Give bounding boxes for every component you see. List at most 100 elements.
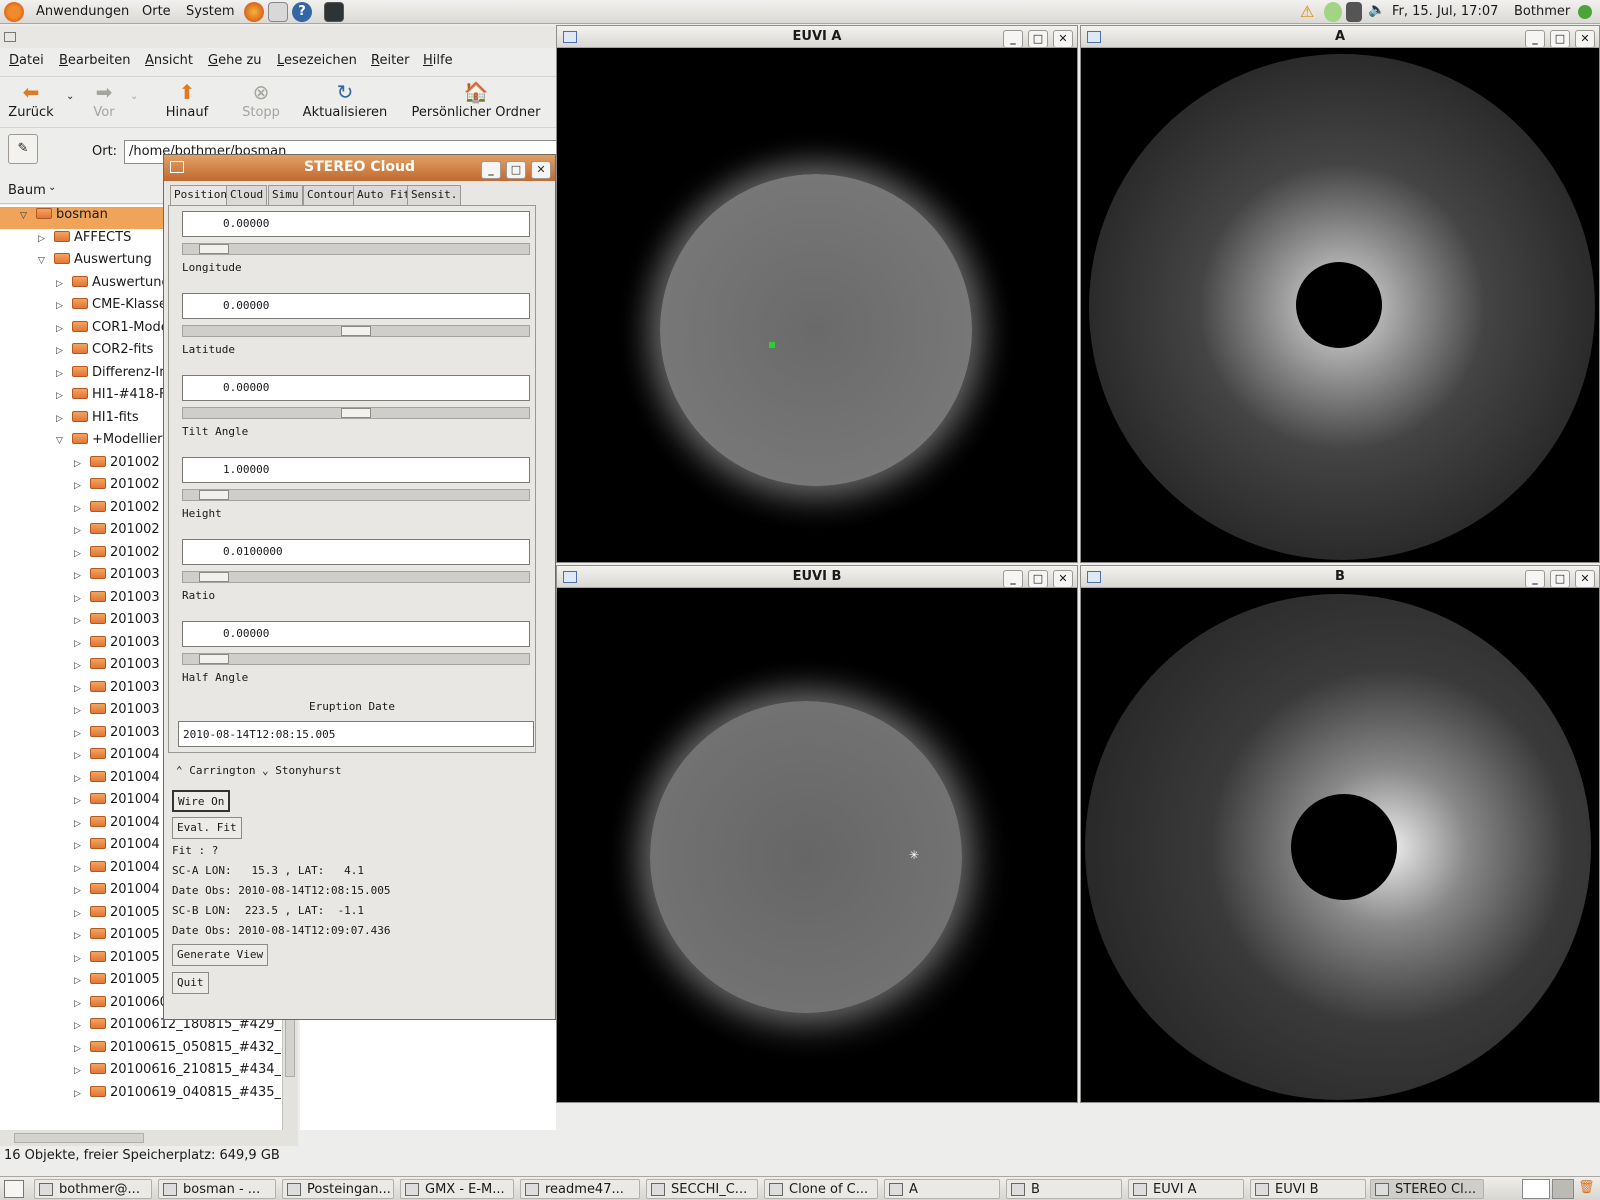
- window-menu-icon[interactable]: [4, 32, 16, 42]
- taskbar-item[interactable]: B: [1006, 1179, 1122, 1199]
- tree-item[interactable]: ▷ 201002: [74, 500, 160, 522]
- expander-closed-icon[interactable]: ▷: [56, 324, 68, 334]
- close-icon[interactable]: ✕: [1053, 30, 1073, 48]
- expander-closed-icon[interactable]: ▷: [74, 526, 86, 536]
- tree-item[interactable]: ▷ 201003: [74, 590, 160, 612]
- tree-item[interactable]: ▷ COR1-Mode: [56, 320, 169, 342]
- terminal-launcher-icon[interactable]: [324, 2, 344, 22]
- expander-closed-icon[interactable]: ▷: [74, 886, 86, 896]
- latitude-input[interactable]: 0.00000: [182, 293, 530, 319]
- expander-closed-icon[interactable]: ▷: [74, 684, 86, 694]
- back-button[interactable]: ⬅ Zurück: [6, 81, 56, 127]
- tree-item[interactable]: ▽ +Modellieru: [56, 432, 171, 454]
- tree-item[interactable]: ▷ 201003: [74, 567, 160, 589]
- menu-bookmarks[interactable]: Lesezeichen: [277, 53, 357, 68]
- tree-item[interactable]: ▷ 201003: [74, 702, 160, 724]
- tree-item[interactable]: ▷ 201003: [74, 612, 160, 634]
- show-desktop-icon[interactable]: [4, 1180, 24, 1198]
- tree-item[interactable]: ▷ 201002: [74, 455, 160, 477]
- menu-system[interactable]: System: [186, 4, 234, 19]
- wire-on-button[interactable]: Wire On: [172, 790, 231, 812]
- taskbar-item[interactable]: STEREO Cl...: [1370, 1179, 1484, 1199]
- hscrollbar-thumb[interactable]: [14, 1133, 144, 1143]
- tree-item[interactable]: ▷ 201005: [74, 950, 160, 972]
- expander-closed-icon[interactable]: ▷: [74, 504, 86, 514]
- tree-item[interactable]: ▷ 201004: [74, 860, 160, 882]
- tree-item[interactable]: ▽ Auswertung: [38, 252, 152, 274]
- tree-item[interactable]: ▷ 20100612_180815_#429_: [74, 1017, 281, 1039]
- expander-closed-icon[interactable]: ▷: [74, 594, 86, 604]
- taskbar-item[interactable]: Posteingan...: [282, 1179, 394, 1199]
- radio-carrington[interactable]: ⌃ Carrington: [176, 764, 255, 777]
- menu-tabs[interactable]: Reiter: [371, 53, 410, 68]
- back-history-chevron-icon[interactable]: ⌄: [66, 91, 74, 102]
- workspace-switcher-1[interactable]: [1522, 1179, 1550, 1199]
- mail-launcher-icon[interactable]: [268, 2, 288, 22]
- slider-thumb[interactable]: [198, 572, 229, 582]
- tree-item[interactable]: ▷ 201004: [74, 770, 160, 792]
- expander-closed-icon[interactable]: ▷: [74, 864, 86, 874]
- expander-closed-icon[interactable]: ▷: [74, 976, 86, 986]
- tree-item[interactable]: ▷ 201004: [74, 837, 160, 859]
- maximize-icon[interactable]: □: [1028, 570, 1048, 588]
- menu-places[interactable]: Orte: [142, 4, 171, 19]
- tree-item[interactable]: ▷ 201004: [74, 815, 160, 837]
- height-slider[interactable]: [182, 489, 530, 501]
- window-menu-icon[interactable]: [170, 161, 184, 173]
- latitude-slider[interactable]: [182, 325, 530, 337]
- tree-item[interactable]: ▷ Auswertung: [56, 275, 170, 297]
- taskbar-item[interactable]: Clone of C...: [764, 1179, 878, 1199]
- expander-closed-icon[interactable]: ▷: [74, 616, 86, 626]
- taskbar-item[interactable]: EUVI A: [1128, 1179, 1244, 1199]
- tree-item[interactable]: ▷ 201003: [74, 680, 160, 702]
- trash-icon[interactable]: 🗑: [1578, 1180, 1596, 1198]
- longitude-slider[interactable]: [182, 243, 530, 255]
- network-icon[interactable]: [1324, 2, 1342, 22]
- expander-closed-icon[interactable]: ▷: [74, 459, 86, 469]
- expander-closed-icon[interactable]: ▷: [74, 571, 86, 581]
- expander-closed-icon[interactable]: ▷: [74, 751, 86, 761]
- longitude-input[interactable]: 0.00000: [182, 211, 530, 237]
- tree-item[interactable]: ▷ HI1-#418-F: [56, 387, 166, 409]
- tab-sensit[interactable]: Sensit.: [407, 185, 462, 205]
- tree-item[interactable]: ▷ 201005: [74, 927, 160, 949]
- expander-closed-icon[interactable]: ▷: [74, 1044, 86, 1054]
- expander-closed-icon[interactable]: ▷: [56, 369, 68, 379]
- expander-closed-icon[interactable]: ▷: [74, 1021, 86, 1031]
- sidebar-mode-chevron-icon[interactable]: ⌄: [48, 182, 56, 193]
- slider-thumb[interactable]: [198, 654, 229, 664]
- tree-item[interactable]: ▷ 201002: [74, 545, 160, 567]
- tree-item[interactable]: ▷ 201005: [74, 972, 160, 994]
- expander-closed-icon[interactable]: ▷: [74, 639, 86, 649]
- expander-closed-icon[interactable]: ▷: [74, 774, 86, 784]
- tree-item[interactable]: ▷ 201004: [74, 747, 160, 769]
- menu-file[interactable]: Datei: [9, 53, 44, 68]
- taskbar-item[interactable]: bothmer@...: [34, 1179, 152, 1199]
- clock[interactable]: Fr, 15. Jul, 17:07: [1392, 4, 1498, 19]
- expander-closed-icon[interactable]: ▷: [74, 841, 86, 851]
- close-icon[interactable]: ✕: [1575, 30, 1595, 48]
- tree-horizontal-scrollbar[interactable]: [0, 1130, 298, 1146]
- close-icon[interactable]: ✕: [531, 161, 551, 179]
- user-menu[interactable]: Bothmer: [1514, 4, 1570, 19]
- minimize-icon[interactable]: _: [1525, 570, 1545, 588]
- battery-icon[interactable]: [1346, 2, 1362, 22]
- expander-closed-icon[interactable]: ▷: [56, 391, 68, 401]
- taskbar-item[interactable]: bosman - ...: [158, 1179, 276, 1199]
- up-button[interactable]: ⬆ Hinauf: [162, 81, 212, 127]
- tab-auto-fit[interactable]: Auto Fit: [353, 185, 414, 205]
- expander-open-icon[interactable]: ▽: [56, 436, 68, 446]
- quit-button[interactable]: Quit: [172, 972, 209, 994]
- eval-fit-button[interactable]: Eval. Fit: [172, 817, 242, 839]
- reload-button[interactable]: ↻ Aktualisieren: [300, 81, 390, 127]
- maximize-icon[interactable]: □: [1550, 570, 1570, 588]
- expander-closed-icon[interactable]: ▷: [74, 796, 86, 806]
- menu-edit[interactable]: Bearbeiten: [59, 53, 130, 68]
- expander-closed-icon[interactable]: ▷: [74, 1089, 86, 1099]
- tree-item[interactable]: ▷ 201003: [74, 725, 160, 747]
- forward-button[interactable]: ➡ Vor: [88, 81, 120, 127]
- stop-button[interactable]: ⊗ Stopp: [236, 81, 286, 127]
- slider-thumb[interactable]: [198, 244, 229, 254]
- maximize-icon[interactable]: □: [1028, 30, 1048, 48]
- window-menu-icon[interactable]: [563, 571, 577, 583]
